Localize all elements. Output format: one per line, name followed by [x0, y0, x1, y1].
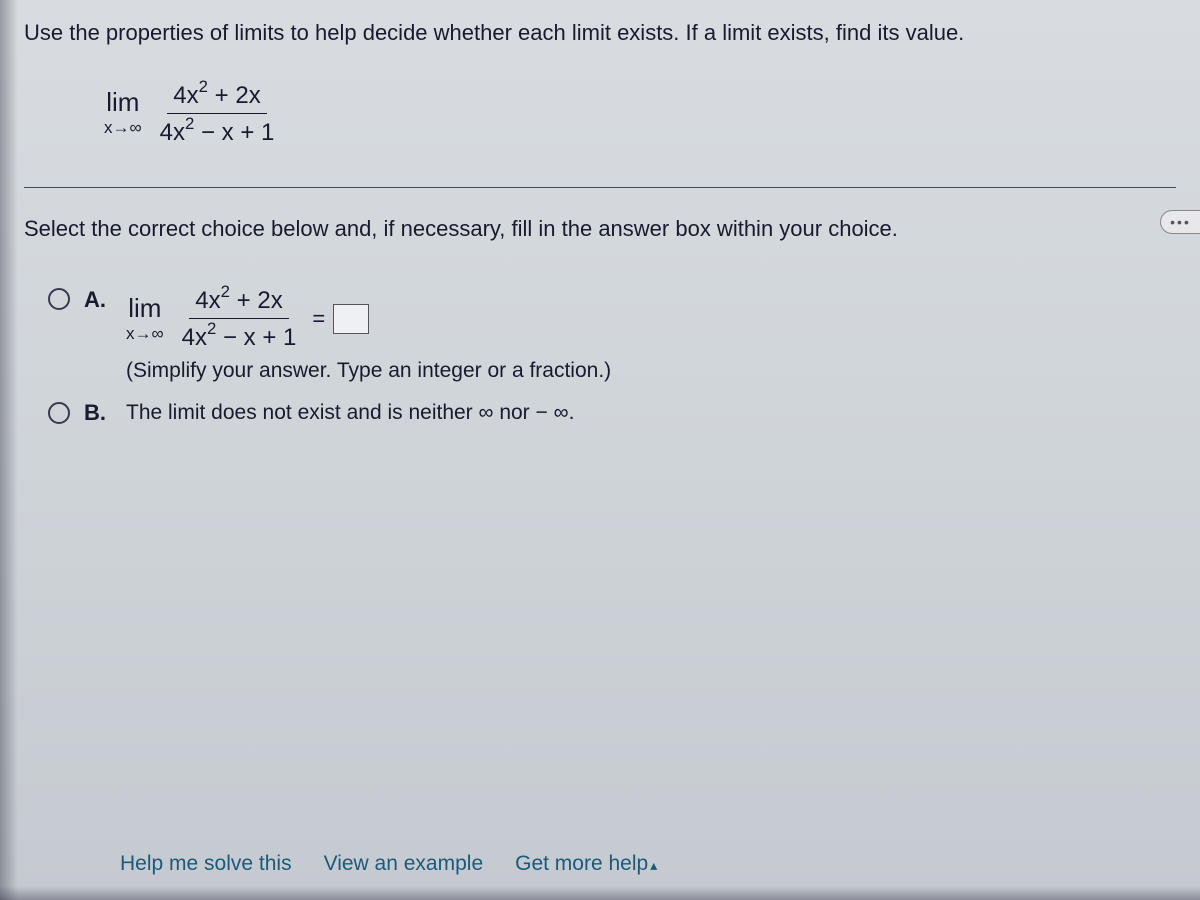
more-dots-icon: •••	[1170, 214, 1191, 230]
screen-edge-bottom	[0, 886, 1200, 900]
get-more-help-link[interactable]: Get more help▴	[515, 852, 657, 876]
select-instruction: Select the correct choice below and, if …	[24, 216, 1176, 242]
more-button[interactable]: •••	[1160, 210, 1200, 234]
lim-approach: x→∞	[104, 119, 142, 138]
fraction-a: 4x2 + 2x 4x2 − x + 1	[176, 284, 303, 353]
radio-a[interactable]	[48, 288, 70, 310]
lim-label: lim	[106, 88, 139, 117]
numerator: 4x2 + 2x	[167, 79, 266, 114]
choice-b: B. The limit does not exist and is neith…	[48, 397, 1176, 426]
choices-group: A. lim x→∞ 4x2 + 2x 4x2 − x + 1 =	[48, 284, 1176, 426]
choice-a-expression: lim x→∞ 4x2 + 2x 4x2 − x + 1 =	[126, 284, 611, 353]
help-solve-link[interactable]: Help me solve this	[120, 852, 292, 876]
radio-b[interactable]	[48, 402, 70, 424]
lim-notation: lim x→∞	[104, 88, 142, 137]
choice-a-hint: (Simplify your answer. Type an integer o…	[126, 359, 611, 383]
choice-a-label: A.	[84, 284, 106, 313]
lim-notation-a: lim x→∞	[126, 294, 164, 343]
screen-edge-left	[0, 0, 18, 900]
choice-b-label: B.	[84, 397, 106, 426]
divider	[24, 187, 1176, 188]
view-example-link[interactable]: View an example	[324, 852, 484, 876]
denominator: 4x2 − x + 1	[154, 114, 281, 148]
equals-sign: =	[312, 306, 325, 332]
footer-links: Help me solve this View an example Get m…	[120, 852, 657, 876]
fraction: 4x2 + 2x 4x2 − x + 1	[154, 79, 281, 148]
choice-b-text: The limit does not exist and is neither …	[126, 398, 574, 425]
choice-a: A. lim x→∞ 4x2 + 2x 4x2 − x + 1 =	[48, 284, 1176, 383]
dropdown-arrow-icon: ▴	[650, 857, 657, 873]
limit-expression: lim x→∞ 4x2 + 2x 4x2 − x + 1	[104, 79, 1176, 148]
answer-input[interactable]	[333, 304, 369, 334]
question-prompt: Use the properties of limits to help dec…	[24, 18, 1176, 49]
